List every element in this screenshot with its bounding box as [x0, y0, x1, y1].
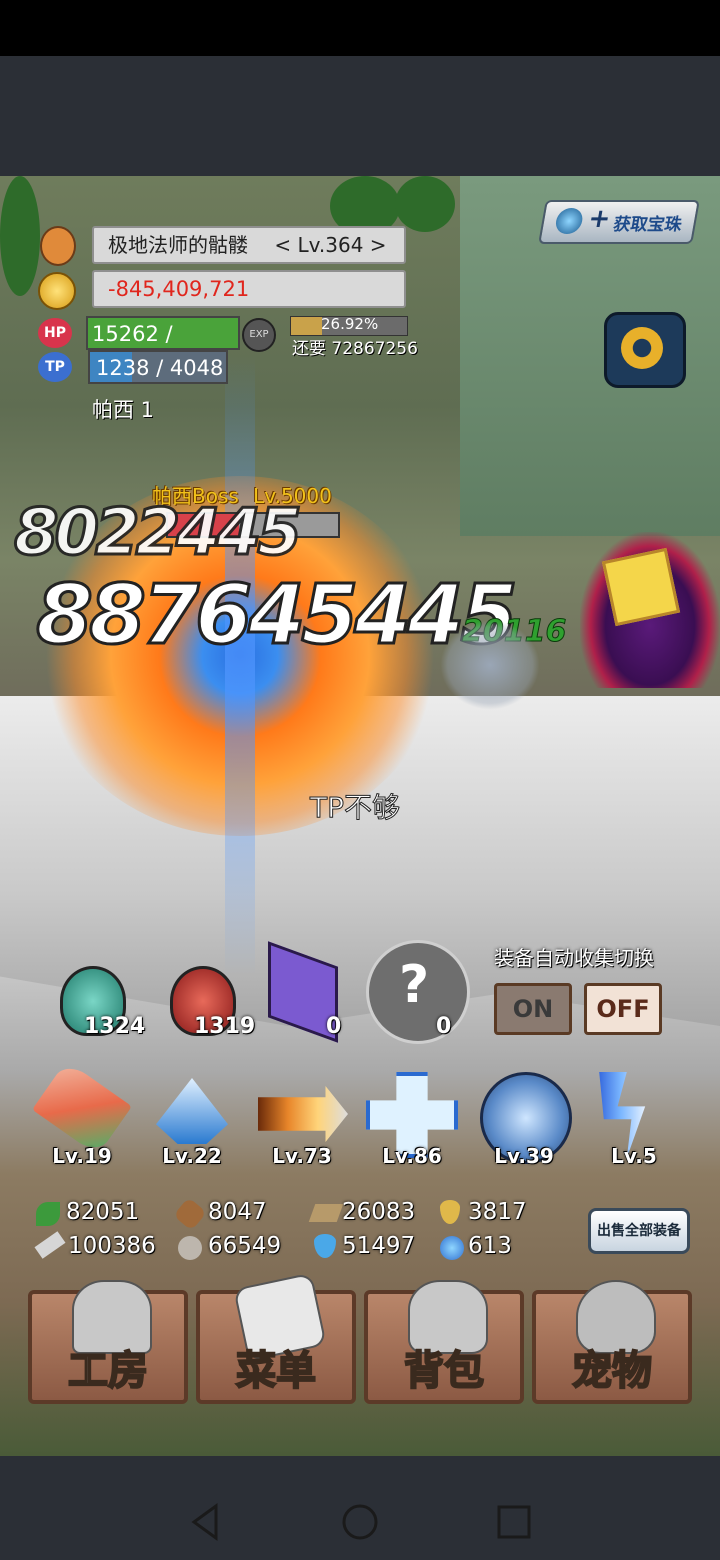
tree-decor: [0, 176, 40, 296]
gold-amount: -845,409,721: [108, 277, 250, 301]
skill-slot-5[interactable]: Lv.39: [474, 1072, 574, 1168]
bottom-letterbox: [0, 1456, 720, 1482]
boss-cube-icon: [601, 547, 681, 627]
item-count: 1324: [84, 1014, 146, 1039]
item-count: 1319: [194, 1014, 256, 1039]
exp-remaining: 还要 72867256: [292, 339, 418, 359]
skill-level: Lv.5: [611, 1144, 657, 1168]
menu-button[interactable]: 菜单: [196, 1272, 356, 1404]
skill-level: Lv.86: [382, 1144, 442, 1168]
fire-arrow-icon: [258, 1086, 348, 1142]
tp-bar: 1238 / 4048: [88, 350, 228, 384]
pet-button[interactable]: 宠物: [532, 1280, 692, 1404]
resource-herb: 82051: [66, 1199, 140, 1225]
status-bar: [0, 0, 720, 56]
tp-warning-message: TP不够: [310, 791, 401, 825]
workshop-label: 工房: [67, 1347, 149, 1395]
resource-water: 51497: [342, 1233, 416, 1259]
backpack-button[interactable]: 背包: [364, 1280, 524, 1404]
resource-oil: 3817: [468, 1199, 527, 1225]
tp-heart-icon: TP: [38, 352, 72, 382]
skill-slot-2[interactable]: Lv.22: [142, 1072, 242, 1168]
back-icon[interactable]: [186, 1502, 226, 1542]
auto-collect-label: 装备自动收集切换: [494, 946, 654, 970]
auto-collect-off-button[interactable]: OFF: [584, 983, 662, 1035]
boss-name-panel: 极地法师的骷髅 < Lv.364 >: [92, 226, 406, 264]
ice-sword-icon: [156, 1078, 228, 1144]
skill-level: Lv.39: [494, 1144, 554, 1168]
top-letterbox: [0, 56, 720, 176]
exp-bar-fill: [291, 317, 323, 335]
exp-bar: 26.92%: [290, 315, 408, 336]
skill-slot-3[interactable]: Lv.73: [252, 1072, 352, 1168]
skill-level: Lv.22: [162, 1144, 222, 1168]
menu-label: 菜单: [235, 1347, 317, 1395]
pet-label: 宠物: [571, 1347, 653, 1395]
exp-icon: EXP: [242, 318, 276, 352]
boss-portrait-icon: [40, 226, 76, 266]
boss-name: 极地法师的骷髅: [108, 233, 248, 257]
gold-panel: -845,409,721: [92, 270, 406, 308]
resource-iron: 100386: [68, 1233, 156, 1259]
skill-level: Lv.19: [52, 1144, 112, 1168]
gear-icon: [621, 327, 663, 369]
skill-level: Lv.73: [272, 1144, 332, 1168]
skill-slot-4[interactable]: Lv.86: [362, 1072, 462, 1168]
herb-icon: [36, 1202, 60, 1226]
damage-number: 8022445: [13, 495, 304, 572]
settings-gear-button[interactable]: [604, 312, 686, 388]
ice-beam-effect: [225, 356, 255, 976]
backpack-label: 背包: [403, 1347, 485, 1395]
question-icon: ?: [399, 955, 430, 1015]
home-icon[interactable]: [340, 1502, 380, 1542]
recents-icon[interactable]: [494, 1502, 534, 1542]
stone-icon: [178, 1236, 202, 1260]
player-character: [440, 620, 540, 710]
get-gem-label: 获取宝珠: [611, 215, 684, 235]
auto-collect-on-button[interactable]: ON: [494, 983, 572, 1035]
item-count: 0: [326, 1014, 342, 1039]
resource-stone: 66549: [208, 1233, 282, 1259]
item-count: 0: [436, 1014, 452, 1039]
hp-bar: 15262 / 15262: [86, 316, 240, 378]
boss-monster: [580, 532, 720, 688]
sell-all-button[interactable]: 出售全部装备: [588, 1208, 690, 1254]
tree-decor: [395, 176, 455, 232]
gold-coin-icon: [38, 272, 76, 310]
boss-card-level: < Lv.364 >: [274, 233, 387, 257]
hp-heart-icon: HP: [38, 318, 72, 348]
resource-plank: 26083: [342, 1199, 416, 1225]
mystery-item-slot[interactable]: ?: [366, 940, 470, 1044]
get-gem-button[interactable]: + 获取宝珠: [538, 200, 700, 244]
plus-icon: +: [585, 204, 613, 234]
exp-percent: 26.92%: [321, 315, 379, 333]
feather-sword-icon: [32, 1060, 132, 1156]
resource-wood: 8047: [208, 1199, 267, 1225]
workshop-button[interactable]: 工房: [28, 1280, 188, 1404]
skill-slot-6[interactable]: Lv.5: [584, 1072, 684, 1168]
skill-slot-1[interactable]: Lv.19: [32, 1060, 132, 1168]
hp-icon-label: HP: [44, 325, 66, 341]
gem-orb-icon: [553, 208, 585, 234]
player-name: 帕西 1: [92, 398, 155, 422]
blue-gem-icon: [440, 1236, 464, 1260]
tp-icon-label: TP: [45, 359, 65, 375]
exp-icon-label: EXP: [249, 329, 269, 340]
tp-value: 1238 / 4048: [96, 356, 224, 380]
resource-gem: 613: [468, 1233, 512, 1259]
